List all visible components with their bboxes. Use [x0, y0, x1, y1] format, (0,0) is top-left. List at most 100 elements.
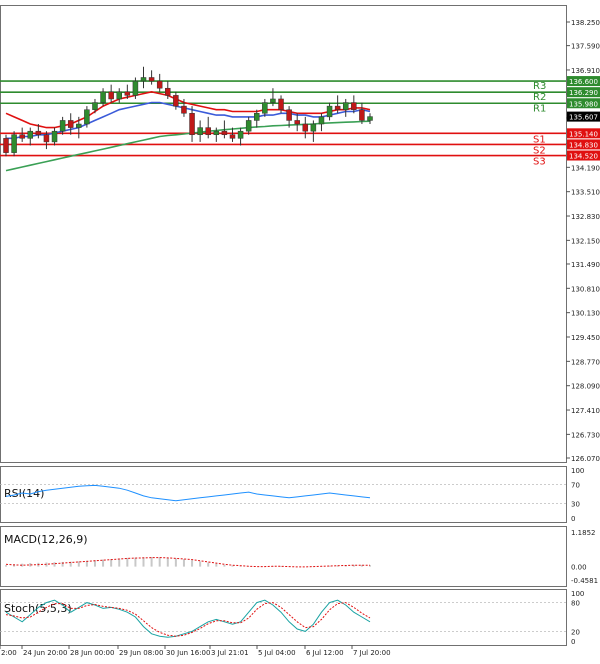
candle-body [189, 113, 195, 136]
y-tick-label: 131.490 [571, 261, 600, 269]
x-tick-label: 3 Jul 21:01 [211, 649, 249, 657]
x-tick-label: 29 Jun 08:00 [119, 649, 163, 657]
stoch-y-tick-label: 20 [571, 628, 580, 636]
candle-body [84, 109, 90, 125]
x-tick-label: 2:00 [1, 649, 17, 657]
candle-body [11, 134, 17, 153]
y-tick-label: 130.810 [571, 285, 600, 293]
candle-body [67, 120, 74, 128]
candle-body [229, 134, 236, 139]
candle-body [148, 77, 155, 82]
rsi-y-tick-label: 0 [571, 515, 575, 523]
candle-body [351, 102, 357, 110]
rsi-y-tick-label: 30 [571, 501, 580, 509]
x-tick-label: 30 Jun 16:00 [166, 649, 210, 657]
y-tick-label: 137.590 [571, 43, 600, 51]
candle-body [342, 102, 349, 110]
candle-body [278, 98, 284, 110]
candle-body [165, 87, 171, 96]
candle-body [334, 105, 341, 110]
candle-body [367, 116, 373, 121]
candle-body [35, 130, 42, 136]
chart-root: 138.250137.590136.910136.240135.570134.8… [0, 0, 600, 660]
candle-body [270, 98, 276, 103]
candle-body [237, 130, 244, 139]
y-tick-label: 134.190 [571, 164, 600, 172]
x-tick-label: 24 Jun 20:00 [23, 649, 67, 657]
candle-body [318, 116, 325, 125]
candle-body [221, 130, 228, 136]
candle-body [286, 109, 292, 121]
x-tick-label: 28 Jun 00:00 [70, 649, 114, 657]
candle-body [76, 123, 82, 128]
rsi-line [5, 484, 371, 502]
level-tag-label-r2: 136.290 [569, 89, 598, 97]
level-tag-label-r3: 136.600 [569, 78, 598, 86]
y-tick-label: 128.770 [571, 358, 600, 366]
candle-body [27, 130, 34, 139]
y-tick-label: 128.090 [571, 383, 600, 391]
y-tick-label: 129.450 [571, 334, 600, 342]
level-tag-label-s1: 135.140 [569, 130, 598, 138]
candle-body [92, 102, 98, 110]
level-name-r3: R3 [533, 81, 546, 92]
candle-body [59, 120, 66, 132]
stoch-y-tick-label: 0 [571, 638, 575, 646]
y-tick-label: 133.510 [571, 189, 600, 197]
candle-body [359, 109, 365, 121]
candle-body [132, 80, 139, 96]
candle-body [245, 120, 252, 132]
level-name-s3: S3 [533, 157, 546, 168]
candle-body [156, 80, 163, 89]
x-tick-label: 6 Jul 12:00 [306, 649, 344, 657]
candle-body [43, 134, 50, 143]
candle-body [100, 91, 106, 103]
y-tick-label: 138.250 [571, 19, 600, 27]
y-tick-label: 136.910 [571, 67, 600, 75]
candle-body [181, 105, 187, 114]
candle-body [51, 130, 58, 143]
candle-body [213, 130, 220, 136]
main-panel-frame [0, 5, 567, 463]
stoch-y-tick-label: 100 [571, 590, 584, 598]
candle-body [108, 91, 114, 100]
level-tag-label-s3: 134.520 [569, 153, 598, 161]
macd-y-tick-label: 1.1852 [571, 529, 596, 537]
y-tick-label: 132.150 [571, 237, 600, 245]
y-tick-label: 126.070 [571, 455, 600, 463]
candle-body [3, 138, 9, 153]
chart-svg: 138.250137.590136.910136.240135.570134.8… [0, 5, 600, 657]
candle-body [262, 102, 268, 114]
rsi-y-tick-label: 70 [571, 481, 580, 489]
candle-body [310, 123, 317, 132]
x-tick-label: 5 Jul 04:00 [258, 649, 296, 657]
level-name-r2: R2 [533, 92, 546, 103]
candle-body [294, 120, 300, 125]
y-tick-label: 127.410 [571, 407, 600, 415]
candle-body [254, 113, 260, 121]
level-name-r1: R1 [533, 103, 546, 114]
macd-y-tick-label: -0.4581 [571, 577, 598, 585]
candle-body [116, 91, 122, 100]
macd-signal-line [5, 557, 370, 568]
candle-body [19, 134, 25, 139]
rsi-panel-frame [0, 466, 567, 523]
level-tag-label-s2: 134.830 [569, 141, 598, 149]
stoch-panel-frame [0, 589, 567, 646]
rsi-y-tick-label: 100 [571, 467, 584, 475]
candle-body [326, 105, 333, 118]
candle-body [173, 95, 179, 107]
candle-body [205, 127, 211, 136]
current-price-label: 135.607 [569, 114, 598, 122]
x-tick-label: 7 Jul 20:00 [353, 649, 391, 657]
y-tick-label: 126.730 [571, 431, 600, 439]
candle-body [140, 77, 147, 82]
y-tick-label: 130.130 [571, 310, 600, 318]
y-tick-label: 132.830 [571, 213, 600, 221]
candle-body [197, 127, 203, 136]
candle-body [302, 123, 309, 132]
candle-body [124, 91, 131, 96]
level-tag-label-r1: 135.980 [569, 100, 598, 108]
macd-y-tick-label: 0.00 [571, 564, 587, 572]
stoch-y-tick-label: 80 [571, 600, 580, 608]
